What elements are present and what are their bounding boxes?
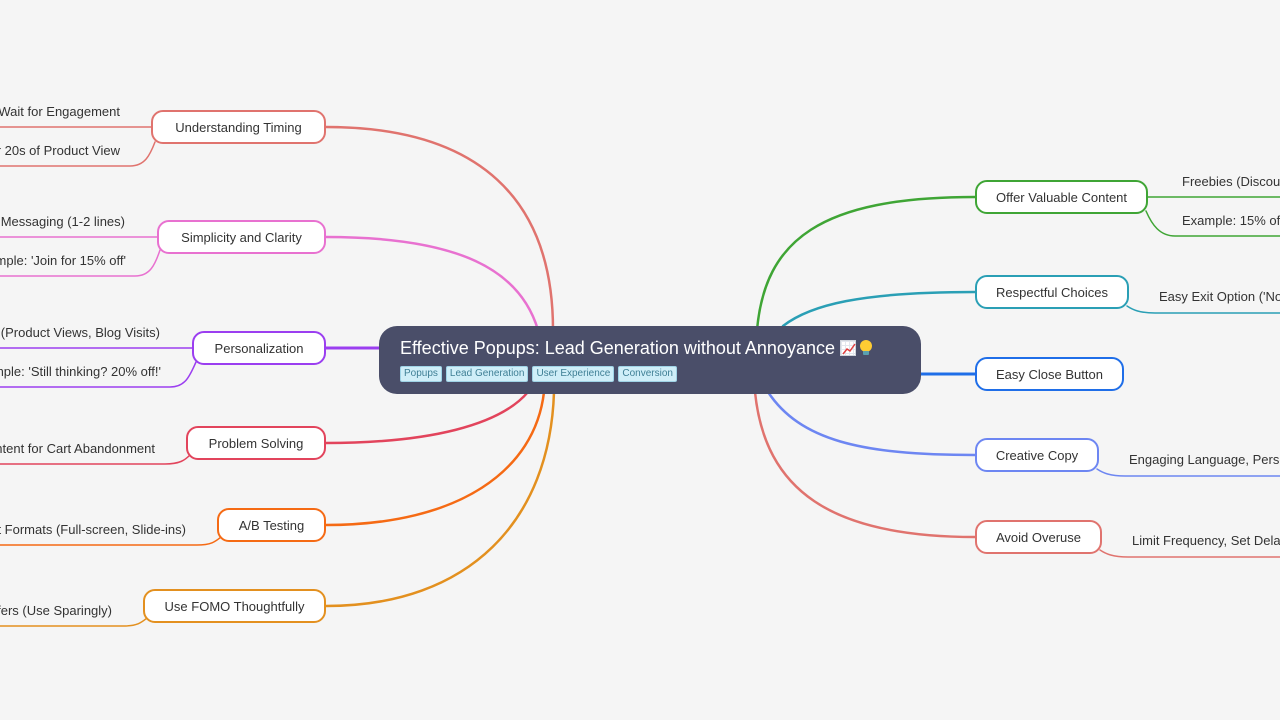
leaf-connector — [1126, 305, 1280, 314]
branch-node-respectful-choices[interactable]: Respectful Choices — [975, 275, 1129, 309]
branch-node-understanding-timing[interactable]: Understanding Timing — [151, 110, 326, 144]
leaf-connector — [1096, 468, 1280, 477]
branch-label: Use FOMO Thoughtfully — [164, 598, 305, 614]
root-topic-node[interactable]: Effective Popups: Lead Generation withou… — [379, 326, 921, 394]
connector-respectful-choices — [781, 290, 977, 328]
leaf-exit-intent-cart[interactable]: Exit-intent for Cart Abandonment — [0, 441, 155, 457]
leaf-behavior-based[interactable]: Behavior-based (Product Views, Blog Visi… — [0, 325, 160, 341]
connector-offer-valuable-content — [755, 195, 977, 332]
connector-ab-testing — [324, 390, 546, 527]
branch-node-use-fomo-thoughtfully[interactable]: Use FOMO Thoughtfully — [143, 589, 326, 623]
leaf-example-still-thinking[interactable]: Example: 'Still thinking? 20% off!' — [0, 364, 161, 380]
connector-problem-solving — [324, 390, 530, 445]
leaf-after-20s-product-view[interactable]: After 20s of Product View — [0, 143, 120, 159]
connector-understanding-timing — [324, 125, 555, 332]
branch-node-avoid-overuse[interactable]: Avoid Overuse — [975, 520, 1102, 554]
leaf-connector — [0, 536, 222, 546]
tag-lead-generation[interactable]: Lead Generation — [445, 366, 529, 382]
branch-node-easy-close-button[interactable]: Easy Close Button — [975, 357, 1124, 391]
leaf-example-15-off-first-order[interactable]: Example: 15% off First Order — [1182, 213, 1280, 229]
branch-label: Offer Valuable Content — [995, 189, 1128, 205]
branch-node-creative-copy[interactable]: Creative Copy — [975, 438, 1099, 472]
branch-label: Personalization — [214, 340, 304, 356]
branch-label: Easy Close Button — [996, 366, 1103, 382]
connector-simplicity-and-clarity — [324, 235, 540, 332]
branch-label: Problem Solving — [208, 435, 304, 451]
tag-conversion[interactable]: Conversion — [618, 366, 677, 382]
branch-node-ab-testing[interactable]: A/B Testing — [217, 508, 326, 542]
tag-user-experience[interactable]: User Experience — [532, 366, 615, 382]
branch-label: Creative Copy — [995, 447, 1079, 463]
branch-node-offer-valuable-content[interactable]: Offer Valuable Content — [975, 180, 1148, 214]
root-icons — [839, 339, 874, 357]
branch-label: Understanding Timing — [175, 119, 302, 135]
root-tags: Popups Lead Generation User Experience C… — [400, 366, 901, 382]
connector-creative-copy — [766, 390, 977, 457]
root-title-row: Effective Popups: Lead Generation withou… — [400, 336, 901, 360]
branch-label: Avoid Overuse — [995, 529, 1082, 545]
leaf-test-formats[interactable]: Test Formats (Full-screen, Slide-ins) — [0, 522, 186, 538]
leaf-easy-exit-option[interactable]: Easy Exit Option ('No Thanks') — [1159, 289, 1280, 305]
branch-label: Simplicity and Clarity — [181, 229, 302, 245]
light-bulb-icon — [858, 339, 874, 357]
branch-label: Respectful Choices — [996, 284, 1108, 300]
connector-use-fomo-thoughtfully — [324, 390, 556, 608]
leaf-limit-frequency[interactable]: Limit Frequency, Set Delays — [1132, 533, 1280, 549]
branch-label: A/B Testing — [238, 517, 305, 533]
leaf-limited-time-offers[interactable]: Limited-time Offers (Use Sparingly) — [0, 603, 112, 619]
leaf-engaging-language[interactable]: Engaging Language, Personality — [1129, 452, 1280, 468]
chart-increasing-icon — [839, 340, 856, 356]
mindmap-canvas[interactable]: Effective Popups: Lead Generation withou… — [0, 0, 1280, 720]
root-title: Effective Popups: Lead Generation withou… — [400, 338, 835, 358]
leaf-example-join-15-off[interactable]: Example: 'Join for 15% off' — [0, 253, 126, 269]
leaf-connector — [1099, 549, 1280, 558]
leaf-freebies[interactable]: Freebies (Discounts, Guides) — [1182, 174, 1280, 190]
branch-node-personalization[interactable]: Personalization — [192, 331, 326, 365]
leaf-wait-for-engagement[interactable]: Wait for Engagement — [0, 104, 120, 120]
leaf-short-messaging[interactable]: Short Messaging (1-2 lines) — [0, 214, 125, 230]
tag-popups[interactable]: Popups — [400, 366, 442, 382]
branch-node-problem-solving[interactable]: Problem Solving — [186, 426, 326, 460]
leaf-connector — [0, 617, 148, 627]
branch-node-simplicity-and-clarity[interactable]: Simplicity and Clarity — [157, 220, 326, 254]
